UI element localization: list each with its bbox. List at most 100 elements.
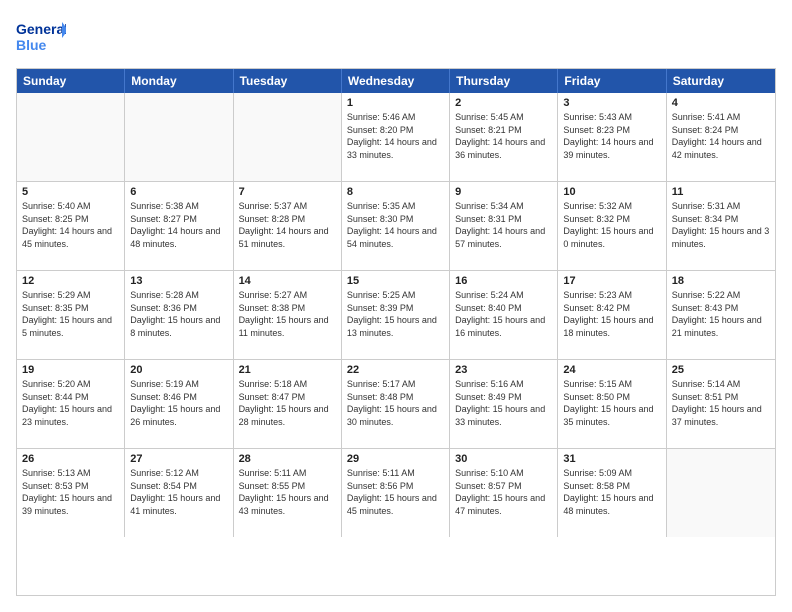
day-info-25: Sunrise: 5:14 AMSunset: 8:51 PMDaylight:… <box>672 378 770 428</box>
day-info-6: Sunrise: 5:38 AMSunset: 8:27 PMDaylight:… <box>130 200 227 250</box>
day-25: 25 Sunrise: 5:14 AMSunset: 8:51 PMDayligh… <box>667 360 775 448</box>
empty-cell-0-1 <box>125 93 233 181</box>
day-number-18: 18 <box>672 275 770 287</box>
day-number-2: 2 <box>455 97 552 109</box>
day-info-5: Sunrise: 5:40 AMSunset: 8:25 PMDaylight:… <box>22 200 119 250</box>
day-info-3: Sunrise: 5:43 AMSunset: 8:23 PMDaylight:… <box>563 111 660 161</box>
day-number-10: 10 <box>563 186 660 198</box>
calendar-week-3: 12 Sunrise: 5:29 AMSunset: 8:35 PMDayligh… <box>17 270 775 359</box>
day-info-16: Sunrise: 5:24 AMSunset: 8:40 PMDaylight:… <box>455 289 552 339</box>
header: General Blue <box>16 16 776 58</box>
day-info-24: Sunrise: 5:15 AMSunset: 8:50 PMDaylight:… <box>563 378 660 428</box>
header-day-saturday: Saturday <box>667 69 775 93</box>
calendar-body: 1 Sunrise: 5:46 AMSunset: 8:20 PMDaylight… <box>17 93 775 537</box>
day-number-22: 22 <box>347 364 444 376</box>
day-number-6: 6 <box>130 186 227 198</box>
day-number-20: 20 <box>130 364 227 376</box>
day-number-17: 17 <box>563 275 660 287</box>
day-number-13: 13 <box>130 275 227 287</box>
day-info-15: Sunrise: 5:25 AMSunset: 8:39 PMDaylight:… <box>347 289 444 339</box>
day-number-7: 7 <box>239 186 336 198</box>
day-1: 1 Sunrise: 5:46 AMSunset: 8:20 PMDaylight… <box>342 93 450 181</box>
day-13: 13 Sunrise: 5:28 AMSunset: 8:36 PMDayligh… <box>125 271 233 359</box>
day-info-4: Sunrise: 5:41 AMSunset: 8:24 PMDaylight:… <box>672 111 770 161</box>
header-day-sunday: Sunday <box>17 69 125 93</box>
day-number-3: 3 <box>563 97 660 109</box>
day-info-11: Sunrise: 5:31 AMSunset: 8:34 PMDaylight:… <box>672 200 770 250</box>
day-24: 24Sunrise: 5:15 AMSunset: 8:50 PMDayligh… <box>558 360 666 448</box>
calendar: SundayMondayTuesdayWednesdayThursdayFrid… <box>16 68 776 596</box>
calendar-header: SundayMondayTuesdayWednesdayThursdayFrid… <box>17 69 775 93</box>
day-info-23: Sunrise: 5:16 AMSunset: 8:49 PMDaylight:… <box>455 378 552 428</box>
day-info-9: Sunrise: 5:34 AMSunset: 8:31 PMDaylight:… <box>455 200 552 250</box>
day-29: 29Sunrise: 5:11 AMSunset: 8:56 PMDayligh… <box>342 449 450 537</box>
day-info-27: Sunrise: 5:12 AMSunset: 8:54 PMDaylight:… <box>130 467 227 517</box>
day-number-31: 31 <box>563 453 660 465</box>
day-number-9: 9 <box>455 186 552 198</box>
day-20: 20 Sunrise: 5:19 AMSunset: 8:46 PMDayligh… <box>125 360 233 448</box>
day-18: 18 Sunrise: 5:22 AMSunset: 8:43 PMDayligh… <box>667 271 775 359</box>
header-day-friday: Friday <box>558 69 666 93</box>
day-info-2: Sunrise: 5:45 AMSunset: 8:21 PMDaylight:… <box>455 111 552 161</box>
day-4: 4Sunrise: 5:41 AMSunset: 8:24 PMDaylight… <box>667 93 775 181</box>
day-number-14: 14 <box>239 275 336 287</box>
day-16: 16 Sunrise: 5:24 AMSunset: 8:40 PMDayligh… <box>450 271 558 359</box>
day-number-25: 25 <box>672 364 770 376</box>
day-number-21: 21 <box>239 364 336 376</box>
day-info-31: Sunrise: 5:09 AMSunset: 8:58 PMDaylight:… <box>563 467 660 517</box>
day-14: 14 Sunrise: 5:27 AMSunset: 8:38 PMDayligh… <box>234 271 342 359</box>
day-number-26: 26 <box>22 453 119 465</box>
day-info-1: Sunrise: 5:46 AMSunset: 8:20 PMDaylight:… <box>347 111 444 161</box>
header-day-wednesday: Wednesday <box>342 69 450 93</box>
empty-cell-4-6 <box>667 449 775 537</box>
day-number-27: 27 <box>130 453 227 465</box>
day-info-17: Sunrise: 5:23 AMSunset: 8:42 PMDaylight:… <box>563 289 660 339</box>
day-8: 8 Sunrise: 5:35 AMSunset: 8:30 PMDaylight… <box>342 182 450 270</box>
day-number-30: 30 <box>455 453 552 465</box>
calendar-week-2: 5Sunrise: 5:40 AMSunset: 8:25 PMDaylight… <box>17 181 775 270</box>
day-3: 3 Sunrise: 5:43 AMSunset: 8:23 PMDaylight… <box>558 93 666 181</box>
header-day-tuesday: Tuesday <box>234 69 342 93</box>
day-number-15: 15 <box>347 275 444 287</box>
day-number-8: 8 <box>347 186 444 198</box>
day-info-10: Sunrise: 5:32 AMSunset: 8:32 PMDaylight:… <box>563 200 660 250</box>
day-19: 19Sunrise: 5:20 AMSunset: 8:44 PMDayligh… <box>17 360 125 448</box>
day-info-20: Sunrise: 5:19 AMSunset: 8:46 PMDaylight:… <box>130 378 227 428</box>
day-info-19: Sunrise: 5:20 AMSunset: 8:44 PMDaylight:… <box>22 378 119 428</box>
day-info-13: Sunrise: 5:28 AMSunset: 8:36 PMDaylight:… <box>130 289 227 339</box>
day-number-1: 1 <box>347 97 444 109</box>
day-info-21: Sunrise: 5:18 AMSunset: 8:47 PMDaylight:… <box>239 378 336 428</box>
day-10: 10 Sunrise: 5:32 AMSunset: 8:32 PMDayligh… <box>558 182 666 270</box>
svg-text:Blue: Blue <box>16 37 47 53</box>
day-info-7: Sunrise: 5:37 AMSunset: 8:28 PMDaylight:… <box>239 200 336 250</box>
day-number-12: 12 <box>22 275 119 287</box>
day-info-22: Sunrise: 5:17 AMSunset: 8:48 PMDaylight:… <box>347 378 444 428</box>
header-day-monday: Monday <box>125 69 233 93</box>
calendar-week-5: 26 Sunrise: 5:13 AMSunset: 8:53 PMDayligh… <box>17 448 775 537</box>
day-23: 23 Sunrise: 5:16 AMSunset: 8:49 PMDayligh… <box>450 360 558 448</box>
day-info-14: Sunrise: 5:27 AMSunset: 8:38 PMDaylight:… <box>239 289 336 339</box>
day-15: 15 Sunrise: 5:25 AMSunset: 8:39 PMDayligh… <box>342 271 450 359</box>
day-info-18: Sunrise: 5:22 AMSunset: 8:43 PMDaylight:… <box>672 289 770 339</box>
svg-text:General: General <box>16 21 66 37</box>
day-28: 28Sunrise: 5:11 AMSunset: 8:55 PMDayligh… <box>234 449 342 537</box>
day-7: 7 Sunrise: 5:37 AMSunset: 8:28 PMDaylight… <box>234 182 342 270</box>
day-2: 2 Sunrise: 5:45 AMSunset: 8:21 PMDaylight… <box>450 93 558 181</box>
day-30: 30Sunrise: 5:10 AMSunset: 8:57 PMDayligh… <box>450 449 558 537</box>
day-number-11: 11 <box>672 186 770 198</box>
day-21: 21 Sunrise: 5:18 AMSunset: 8:47 PMDayligh… <box>234 360 342 448</box>
day-5: 5Sunrise: 5:40 AMSunset: 8:25 PMDaylight… <box>17 182 125 270</box>
empty-cell-0-0 <box>17 93 125 181</box>
day-17: 17 Sunrise: 5:23 AMSunset: 8:42 PMDayligh… <box>558 271 666 359</box>
day-11: 11 Sunrise: 5:31 AMSunset: 8:34 PMDayligh… <box>667 182 775 270</box>
day-number-16: 16 <box>455 275 552 287</box>
day-22: 22 Sunrise: 5:17 AMSunset: 8:48 PMDayligh… <box>342 360 450 448</box>
day-9: 9 Sunrise: 5:34 AMSunset: 8:31 PMDaylight… <box>450 182 558 270</box>
day-info-12: Sunrise: 5:29 AMSunset: 8:35 PMDaylight:… <box>22 289 119 339</box>
calendar-week-4: 19Sunrise: 5:20 AMSunset: 8:44 PMDayligh… <box>17 359 775 448</box>
generalblue-logo-icon: General Blue <box>16 16 66 58</box>
day-info-26: Sunrise: 5:13 AMSunset: 8:53 PMDaylight:… <box>22 467 119 517</box>
day-number-23: 23 <box>455 364 552 376</box>
day-info-8: Sunrise: 5:35 AMSunset: 8:30 PMDaylight:… <box>347 200 444 250</box>
empty-cell-0-2 <box>234 93 342 181</box>
